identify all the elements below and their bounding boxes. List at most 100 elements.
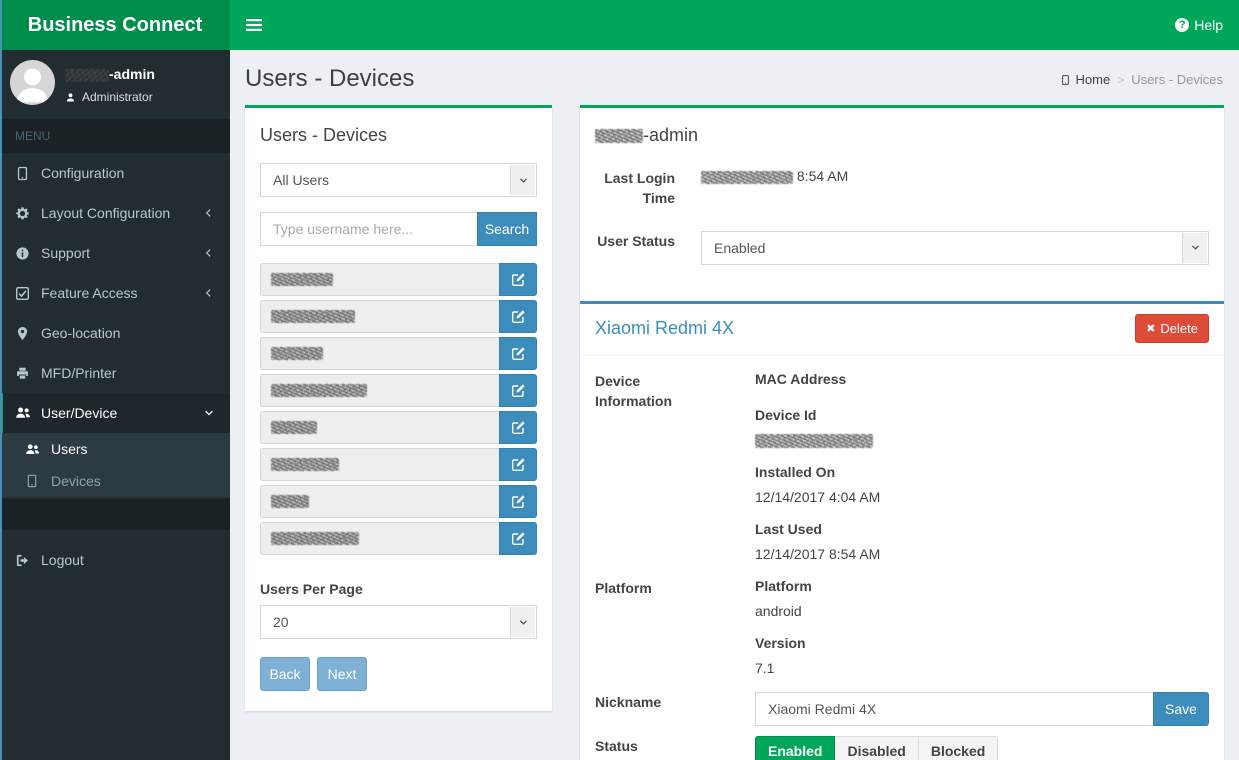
- main-header: Business Connect ? Help: [0, 0, 1239, 50]
- redacted-username-box: [260, 263, 499, 296]
- redacted-username-box: [260, 374, 499, 407]
- device-id-value: [755, 432, 1209, 448]
- users-per-page-select[interactable]: 20: [260, 605, 537, 639]
- version-label: Version: [755, 634, 806, 651]
- sidebar-user-info: -admin Administrator: [55, 60, 155, 105]
- question-circle-icon: ?: [1175, 18, 1190, 32]
- select-arrow: [510, 165, 535, 195]
- device-panel-body: Device Information MAC Address Device Id: [580, 356, 1224, 760]
- user-status-value: Enabled: [714, 239, 766, 256]
- user-filter-select[interactable]: All Users: [260, 163, 537, 197]
- next-button[interactable]: Next: [317, 657, 367, 691]
- help-button[interactable]: ? Help: [1159, 0, 1239, 50]
- back-button[interactable]: Back: [260, 657, 310, 691]
- platform-group: Platform android: [755, 578, 1209, 619]
- person-silhouette-icon: [10, 60, 55, 105]
- sidebar-item-configuration[interactable]: Configuration: [0, 153, 230, 193]
- breadcrumb-home-label: Home: [1075, 72, 1111, 87]
- sidebar-item-users[interactable]: Users: [0, 433, 230, 465]
- device-panel: Xiaomi Redmi 4X ✖ Delete Device Informat…: [580, 300, 1224, 760]
- pagination: Back Next: [260, 657, 537, 691]
- chevron-left-icon: [203, 247, 215, 259]
- status-enabled-button[interactable]: Enabled: [755, 735, 836, 760]
- last-used-group: Last Used 12/14/2017 8:54 AM: [755, 521, 1209, 562]
- redacted-username: [271, 384, 367, 397]
- edit-user-button[interactable]: [499, 522, 537, 555]
- brand-logo[interactable]: Business Connect: [0, 0, 230, 50]
- tablet-icon: [15, 166, 30, 181]
- sidebar-divider: [0, 499, 230, 530]
- sidebar-item-feature-access[interactable]: Feature Access: [0, 273, 230, 313]
- sidebar-subitem-label: Users: [51, 441, 88, 457]
- sidebar-item-label: Support: [41, 245, 91, 261]
- user-row: [260, 522, 537, 555]
- sidebar-toggle-button[interactable]: [230, 0, 278, 50]
- sidebar-item-label: Geo-location: [41, 325, 121, 341]
- device-information-fields: MAC Address Device Id Installed On 12/14…: [755, 371, 1209, 578]
- delete-device-button[interactable]: ✖ Delete: [1135, 313, 1209, 343]
- users-per-page-label: Users Per Page: [260, 581, 363, 597]
- edit-user-button[interactable]: [499, 448, 537, 481]
- sidebar-item-mfd-printer[interactable]: MFD/Printer: [0, 353, 230, 393]
- user-row: [260, 485, 537, 518]
- last-login-value: 8:54 AM: [701, 168, 1209, 184]
- sidebar-item-support[interactable]: Support: [0, 233, 230, 273]
- user-detail-header-section: -admin Last Login Time 8:54 AM User Stat…: [580, 108, 1224, 293]
- search-input[interactable]: [260, 212, 478, 246]
- sidebar-item-layout-configuration[interactable]: Layout Configuration: [0, 193, 230, 233]
- edit-user-button[interactable]: [499, 485, 537, 518]
- user-status-select[interactable]: Enabled: [701, 230, 1209, 265]
- redacted-username-box: [260, 300, 499, 333]
- edit-user-button[interactable]: [499, 374, 537, 407]
- edit-user-button[interactable]: [499, 411, 537, 444]
- sidebar-item-devices[interactable]: Devices: [0, 465, 230, 497]
- device-panel-header: Xiaomi Redmi 4X ✖ Delete: [580, 304, 1224, 356]
- chevron-down-icon: [518, 175, 529, 186]
- edit-user-button[interactable]: [499, 300, 537, 333]
- redacted-username: [65, 68, 109, 82]
- installed-on-group: Installed On 12/14/2017 4:04 AM: [755, 464, 1209, 505]
- breadcrumb-home[interactable]: Home: [1060, 72, 1111, 87]
- status-fields: Enabled Disabled Blocked Last Updated: [755, 726, 1209, 760]
- username-suffix: -admin: [643, 125, 699, 145]
- save-button[interactable]: Save: [1153, 691, 1209, 726]
- users-icon: [15, 405, 31, 421]
- content-header: Users - Devices Home > Users - Devices: [230, 50, 1239, 105]
- sidebar-item-geo-location[interactable]: Geo-location: [0, 313, 230, 353]
- status-disabled-button[interactable]: Disabled: [834, 735, 919, 760]
- last-login-time: 8:54 AM: [796, 168, 849, 184]
- last-login-label: Last Login Time: [604, 170, 675, 207]
- user-row: [260, 448, 537, 481]
- redacted-date: [701, 170, 793, 184]
- user-status-label: User Status: [597, 232, 675, 249]
- edit-icon: [511, 309, 526, 324]
- search-button[interactable]: Search: [477, 212, 537, 246]
- status-label: Status: [595, 737, 638, 754]
- sign-out-icon: [15, 553, 30, 568]
- sidebar-item-label: Configuration: [41, 165, 125, 181]
- edit-user-button[interactable]: [499, 263, 537, 296]
- sidebar-item-user-device[interactable]: User/Device: [0, 393, 230, 433]
- device-id-group: Device Id: [755, 407, 1209, 448]
- status-blocked-button[interactable]: Blocked: [917, 735, 999, 760]
- sidebar-item-label: Layout Configuration: [41, 205, 171, 221]
- installed-on-value: 12/14/2017 4:04 AM: [755, 488, 881, 505]
- nickname-input[interactable]: [755, 691, 1154, 726]
- version-group: Version 7.1: [755, 635, 1209, 676]
- last-used-value: 12/14/2017 8:54 AM: [755, 545, 881, 562]
- edit-icon: [511, 272, 526, 287]
- help-label: Help: [1194, 17, 1223, 33]
- user-row: [260, 411, 537, 444]
- last-used-label: Last Used: [755, 520, 822, 537]
- edit-user-button[interactable]: [499, 337, 537, 370]
- content-row: Users - Devices All Users Search: [230, 105, 1239, 760]
- nickname-row: Nickname Save: [595, 691, 1209, 726]
- sidebar: -admin Administrator MENU Configuration …: [0, 50, 230, 760]
- device-title: Xiaomi Redmi 4X: [595, 317, 735, 338]
- hamburger-icon: [245, 18, 263, 32]
- sidebar-item-label: User/Device: [41, 405, 118, 421]
- redacted-username: [271, 495, 309, 508]
- printer-icon: [15, 366, 30, 381]
- status-row: Status Enabled Disabled Blocked Last Upd…: [595, 726, 1209, 760]
- sidebar-item-logout[interactable]: Logout: [0, 540, 230, 580]
